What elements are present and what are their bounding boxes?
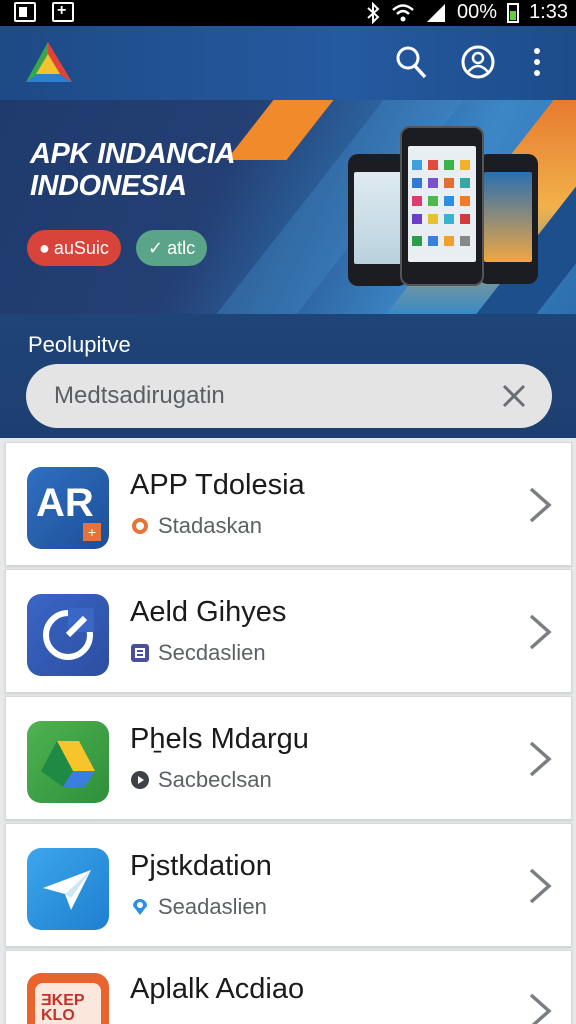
location-icon — [133, 899, 147, 915]
app-icon: ƎKEP KLO — [27, 973, 109, 1024]
banner-pill-button[interactable]: ● auSuic — [27, 230, 121, 266]
app-subtitle: Sacbeclsan — [130, 767, 272, 793]
play-icon — [131, 771, 149, 789]
banner-title-line: APK INDANCIA — [30, 138, 236, 170]
app-subtitle: Secdaslien — [130, 640, 266, 666]
refresh-icon — [43, 608, 94, 660]
decor-stripe — [226, 100, 334, 160]
more-options-icon[interactable] — [530, 44, 544, 80]
chevron-right-icon[interactable] — [527, 739, 553, 779]
app-name: Aplalk Acdiao — [130, 973, 305, 1005]
list-item[interactable]: Pẖels Mdargu Sacbeclsan — [5, 696, 572, 820]
category-icon — [132, 518, 148, 534]
app-name: Pjstkdation — [130, 850, 272, 882]
app-icon — [27, 594, 109, 676]
phone-image — [478, 154, 538, 284]
app-name: Aeld Gihyes — [130, 596, 287, 628]
notification-icon — [52, 2, 74, 22]
list-item[interactable]: AR + APP Tdolesia Stadaskan — [5, 442, 572, 566]
account-icon[interactable] — [460, 44, 496, 80]
app-bar — [0, 26, 576, 100]
app-subtitle-text: Seadaslien — [158, 894, 267, 919]
app-subtitle-text: Sacbeclsan — [158, 767, 272, 792]
camera-icon: ● — [39, 237, 50, 258]
search-input[interactable]: Medtsadirugatin — [26, 364, 552, 428]
list-item[interactable]: Aeld Gihyes Secdaslien — [5, 569, 572, 693]
chevron-right-icon[interactable] — [527, 485, 553, 525]
chevron-right-icon[interactable] — [527, 866, 553, 906]
battery-percent: 00% — [457, 1, 498, 23]
close-icon[interactable] — [498, 380, 530, 412]
search-input-text[interactable]: Medtsadirugatin — [54, 382, 225, 410]
banner-title-line: INDONESIA — [30, 170, 187, 202]
notification-icon — [14, 2, 36, 22]
wifi-icon — [392, 3, 414, 21]
drive-icon — [41, 741, 95, 787]
app-name: Pẖels Mdargu — [130, 723, 309, 755]
app-subtitle-text: Stadaskan — [158, 513, 262, 538]
app-name: APP Tdolesia — [130, 469, 305, 501]
check-icon: ✓ — [148, 237, 164, 258]
chevron-right-icon[interactable] — [527, 991, 553, 1024]
pill-label: auSuic — [53, 237, 109, 258]
app-subtitle: Seadaslien — [130, 894, 267, 920]
app-grid-icon — [412, 160, 470, 246]
chevron-right-icon[interactable] — [527, 612, 553, 652]
app-icon-label: ƎKEP KLO — [41, 992, 85, 1024]
banner-pill-button[interactable]: ✓ atlc — [136, 230, 208, 266]
list-item[interactable]: Pjstkdation Seadaslien — [5, 823, 572, 947]
search-icon[interactable] — [394, 44, 428, 80]
search-label: Peolupitve — [28, 332, 131, 357]
send-icon — [43, 870, 91, 910]
banner-title: APK INDANCIA INDONESIA — [30, 138, 236, 202]
app-list: AR + APP Tdolesia Stadaskan Aeld Gihyes … — [0, 438, 576, 1024]
app-logo[interactable] — [22, 38, 78, 86]
phone-image — [348, 154, 408, 286]
signal-icon — [427, 3, 446, 22]
app-icon-inner: ƎKEP KLO — [35, 983, 101, 1024]
status-bar: 00% 1:33 — [0, 0, 576, 26]
battery-icon — [507, 2, 520, 23]
app-icon — [27, 721, 109, 803]
app-icon-label: AR — [36, 481, 94, 525]
phone-image — [400, 126, 484, 286]
pill-label: atlc — [167, 237, 196, 258]
app-subtitle: Stadaskan — [130, 513, 262, 539]
app-subtitle-text: Secdaslien — [158, 640, 266, 665]
list-item[interactable]: ƎKEP KLO Aplalk Acdiao — [5, 950, 572, 1024]
search-section: Peolupitve Medtsadirugatin — [0, 314, 576, 438]
bluetooth-icon — [367, 1, 380, 24]
promo-banner[interactable]: APK INDANCIA INDONESIA ● auSuic ✓ atlc — [0, 100, 576, 314]
clock: 1:33 — [529, 1, 568, 23]
app-icon: AR + — [27, 467, 109, 549]
app-icon — [27, 848, 109, 930]
plus-icon: + — [83, 523, 101, 541]
category-icon — [131, 644, 149, 662]
